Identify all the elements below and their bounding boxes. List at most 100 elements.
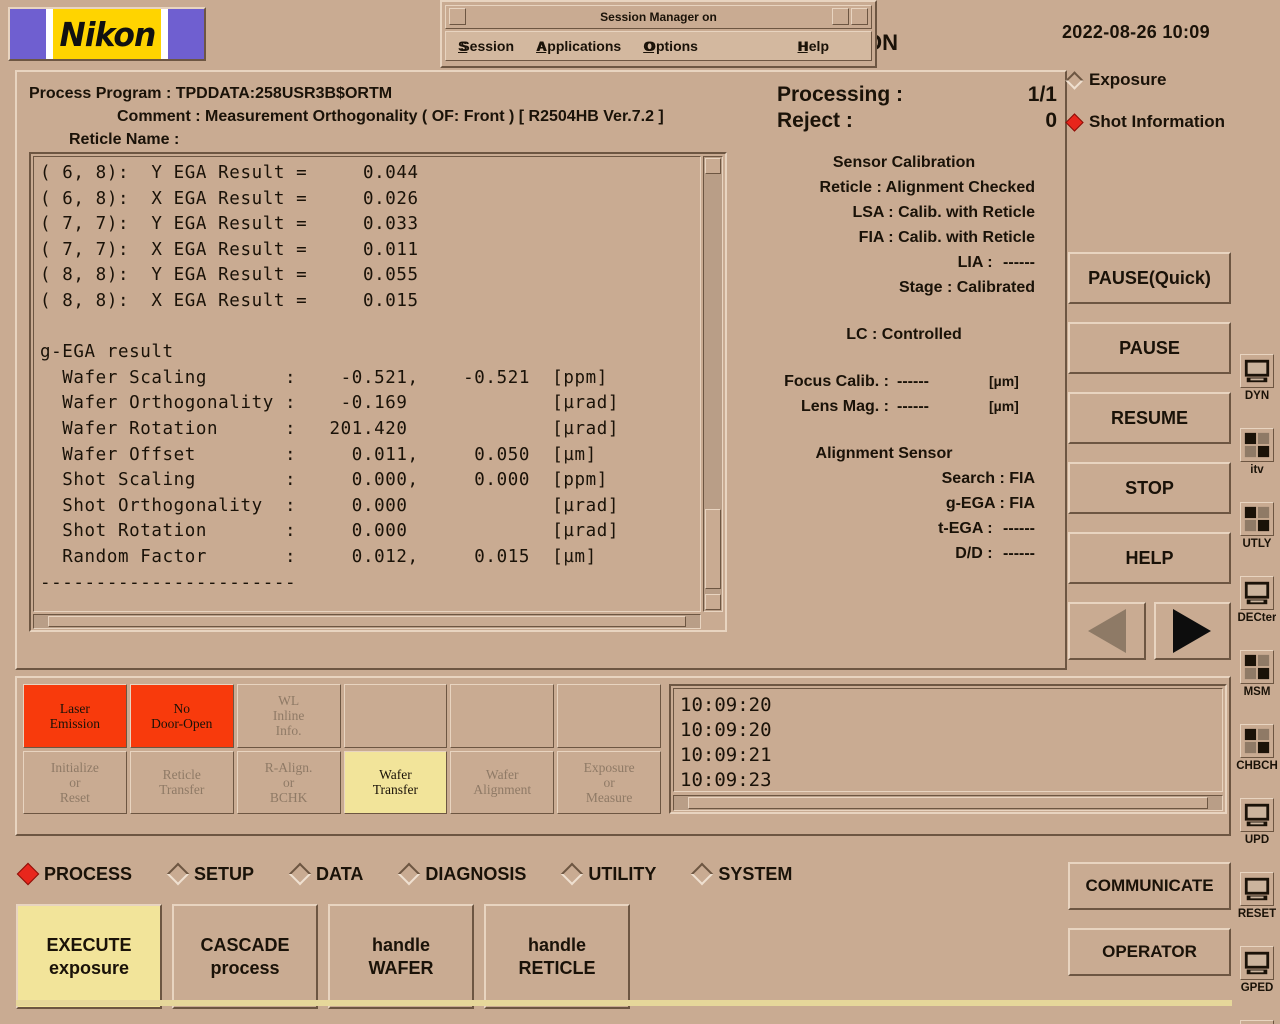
radio-diamond-icon[interactable]: [1065, 70, 1084, 90]
menu-options[interactable]: OOptions: [643, 38, 698, 54]
restore-icon[interactable]: [832, 8, 849, 25]
mode-radio-system[interactable]: SYSTEM: [691, 862, 792, 886]
horizontal-scrollbar[interactable]: [33, 614, 701, 629]
status-cell-initialize-or-reset: Initialize or Reset: [23, 750, 127, 814]
log-horizontal-scrollbar-thumb[interactable]: [688, 797, 1208, 809]
mode-radio-setup[interactable]: SETUP: [166, 862, 254, 886]
sensor-row-fia: FIA : Calib. with Reticle: [745, 225, 1063, 250]
operator-button[interactable]: OPERATOR: [1068, 928, 1231, 976]
reject-value: 0: [1045, 109, 1057, 132]
action-button-execute-exposure[interactable]: EXECUTE exposure: [16, 904, 162, 1009]
menu-applications[interactable]: AApplications: [536, 38, 621, 54]
alignment-sensor-title: Alignment Sensor: [815, 445, 953, 462]
scroll-down-icon[interactable]: [705, 594, 721, 610]
event-log-panel: 10:09:20 10:09:20 10:09:21 10:09:23: [669, 684, 1227, 814]
sensor-row-stage-value: Calibrated: [956, 279, 1035, 296]
alignment-row-gega-key: g-EGA :: [945, 495, 1005, 512]
status-cell-r-align-or-bchk: R-Align. or BCHK: [236, 750, 341, 814]
icon-strip-item-itv[interactable]: itv: [1234, 426, 1280, 500]
icon-strip-item-dyn[interactable]: DYN: [1234, 352, 1280, 426]
horizontal-scrollbar-thumb[interactable]: [48, 616, 686, 627]
pause-quick-button[interactable]: PAUSE(Quick): [1068, 252, 1231, 304]
menu-applications-label: Applications: [537, 38, 622, 54]
alignment-row-search: Search : FIA: [745, 466, 1063, 491]
radio-shot-information-label: Shot Information: [1089, 112, 1225, 131]
monitor-icon: [1240, 354, 1274, 388]
log-horizontal-scrollbar[interactable]: [673, 795, 1223, 811]
icon-strip-item-chbch[interactable]: CHBCH: [1234, 722, 1280, 796]
icon-strip-item-decter[interactable]: DECter: [1234, 574, 1280, 648]
scroll-up-icon[interactable]: [705, 158, 721, 174]
radio-diamond-icon[interactable]: [166, 862, 190, 886]
processing-row: Processing : 1/1: [777, 82, 1057, 108]
sensor-row-lia: LIA : ------: [745, 250, 1063, 275]
session-manager-window[interactable]: Session Manager on SSession AApplication…: [440, 0, 877, 68]
nikon-logo-plate: Nikon: [46, 9, 168, 59]
icon-strip-label: UPD: [1244, 834, 1270, 846]
mode-radio-process[interactable]: PROCESS: [16, 862, 132, 886]
icon-strip-item-reset[interactable]: RESET: [1234, 870, 1280, 944]
action-button-cascade-process[interactable]: CASCADE process: [172, 904, 318, 1009]
datetime-display: 2022-08-26 10:09: [1062, 22, 1210, 42]
event-log-text: 10:09:20 10:09:20 10:09:21 10:09:23: [673, 688, 1223, 792]
action-button-line2: WAFER: [368, 957, 434, 978]
mode-radio-utility[interactable]: UTILITY: [561, 862, 657, 886]
action-button-line2: exposure: [48, 957, 130, 978]
icon-strip-item-utly[interactable]: UTLY: [1234, 500, 1280, 574]
session-manager-titlebar[interactable]: Session Manager on: [445, 5, 872, 29]
radio-diamond-icon[interactable]: [691, 862, 714, 886]
icon-strip-item-upd[interactable]: UPD: [1234, 796, 1280, 870]
processing-stats: Processing : 1/1 Reject : 0: [777, 82, 1057, 134]
lens-mag-label: Lens Mag. :: [800, 398, 889, 415]
comment-line: Comment : Measurement Orthogonality ( OF…: [117, 108, 664, 125]
reticle-name-line: Reticle Name :: [69, 131, 180, 148]
help-button[interactable]: HELP: [1068, 532, 1231, 584]
sensor-row-lia-value: ------: [1003, 254, 1035, 271]
icon-strip-label: DYN: [1244, 390, 1270, 402]
nikon-logo-text: Nikon: [59, 14, 156, 54]
communicate-button[interactable]: COMMUNICATE: [1068, 862, 1231, 910]
icon-strip-item-hmsm[interactable]: HMSM: [1234, 1018, 1280, 1024]
mode-radio-diagnosis[interactable]: DIAGNOSIS: [398, 862, 526, 886]
icon-strip-label: RESET: [1237, 908, 1277, 920]
stop-button[interactable]: STOP: [1068, 462, 1231, 514]
radio-shot-information[interactable]: Shot Information: [1065, 112, 1231, 132]
radio-diamond-icon[interactable]: [561, 862, 584, 886]
sensor-row-reticle: Reticle : Alignment Checked: [745, 175, 1063, 200]
monitor-icon: [1240, 872, 1274, 906]
icon-strip-item-msm[interactable]: MSM: [1234, 648, 1280, 722]
previous-page-button[interactable]: [1068, 602, 1146, 660]
pause-button[interactable]: PAUSE: [1068, 322, 1231, 374]
action-button-handle-wafer[interactable]: handle WAFER: [328, 904, 474, 1009]
radio-exposure[interactable]: Exposure: [1065, 70, 1231, 90]
alignment-row-dd-key: D/D :: [955, 545, 993, 562]
mode-radio-data[interactable]: DATA: [288, 862, 363, 886]
icon-strip-item-gped[interactable]: GPED: [1234, 944, 1280, 1018]
lens-mag-value: ------: [897, 398, 929, 415]
menu-session[interactable]: SSession: [458, 38, 514, 54]
vertical-scrollbar-thumb[interactable]: [705, 509, 721, 589]
action-button-handle-reticle[interactable]: handle RETICLE: [484, 904, 630, 1009]
resume-button[interactable]: RESUME: [1068, 392, 1231, 444]
focus-calib-unit: [µm]: [989, 373, 1019, 389]
sensor-row-fia-key: FIA :: [858, 229, 894, 246]
icon-strip-label: DECter: [1237, 612, 1277, 624]
radio-diamond-selected-icon[interactable]: [1065, 112, 1084, 132]
radio-diamond-icon[interactable]: [398, 862, 421, 886]
vertical-scrollbar[interactable]: [703, 156, 723, 612]
radio-diamond-icon[interactable]: [288, 862, 312, 886]
mode-radio-label: UTILITY: [588, 863, 657, 884]
result-text-panel: ( 6, 8): Y EGA Result = 0.044 ( 6, 8): X…: [29, 152, 727, 632]
menu-help[interactable]: HHelp: [798, 38, 829, 54]
machine-status-grid: Laser Emission No Door-Open WL Inline Info…: [23, 684, 661, 814]
radio-diamond-selected-icon[interactable]: [16, 862, 40, 886]
maximize-icon[interactable]: [851, 8, 868, 25]
menu-options-label: Options: [645, 38, 698, 54]
icon-strip-label: CHBCH: [1236, 760, 1278, 772]
sensor-row-lsa-value: Calib. with Reticle: [898, 204, 1035, 221]
next-page-button[interactable]: [1153, 602, 1231, 660]
sensor-row-fia-value: Calib. with Reticle: [898, 229, 1035, 246]
minimize-icon[interactable]: [449, 8, 466, 25]
